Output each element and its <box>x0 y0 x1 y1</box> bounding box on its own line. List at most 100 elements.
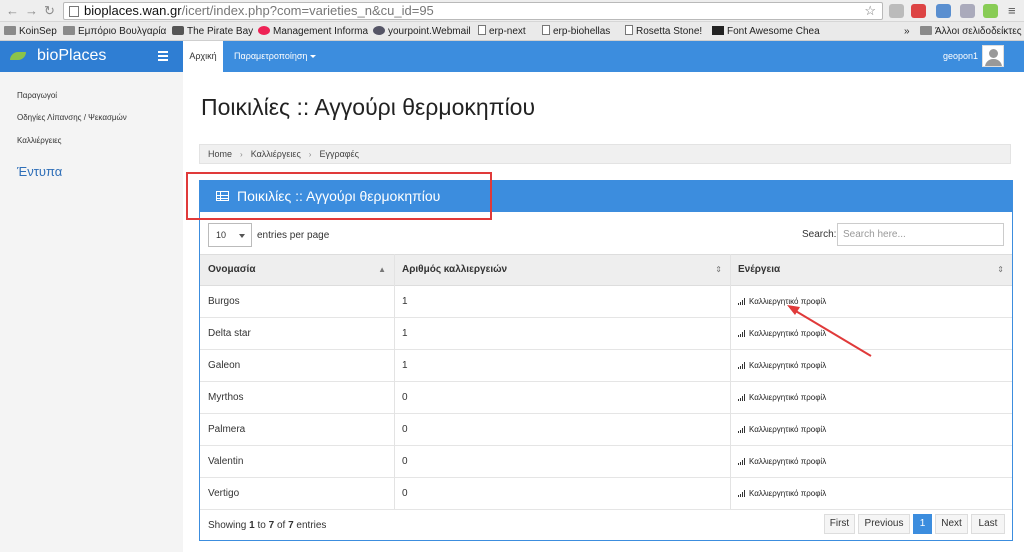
brand[interactable]: bioPlaces <box>0 41 183 72</box>
cell-action: Καλλιεργητικό προφίλ <box>730 446 1012 477</box>
extension-icon[interactable] <box>936 4 951 18</box>
entries-per-page-label: entries per page <box>257 230 330 241</box>
pagination-previous[interactable]: Previous <box>858 514 910 534</box>
flag-icon <box>712 26 724 35</box>
extension-icon[interactable] <box>983 4 998 18</box>
pagination-page-1[interactable]: 1 <box>913 514 932 534</box>
file-icon <box>478 25 486 35</box>
cell-count: 0 <box>402 392 408 403</box>
url-host: bioplaces.wan.gr <box>84 3 182 18</box>
sidebar-item-guidelines[interactable]: Οδηγίες Λίπανσης / Ψεκασμών <box>17 113 127 122</box>
bookmark-item[interactable]: erp-next <box>478 25 526 39</box>
brand-name: bioPlaces <box>37 47 107 64</box>
address-bar[interactable]: bioplaces.wan.gr/icert/index.php?com=var… <box>63 2 883 20</box>
table-row: Valentin 0 Καλλιεργητικό προφίλ <box>200 446 1012 478</box>
file-icon <box>542 25 550 35</box>
breadcrumb: Home › Καλλιέργειες › Εγγραφές <box>199 144 1011 164</box>
cell-name: Palmera <box>208 424 246 435</box>
pagination-first[interactable]: First <box>824 514 855 534</box>
cell-name: Burgos <box>208 296 240 307</box>
dropbox-icon[interactable] <box>960 4 975 18</box>
bookmark-item[interactable]: The Pirate Bay <box>172 25 253 39</box>
folder-icon <box>920 26 932 35</box>
column-header-action[interactable]: Ενέργεια ⇕ <box>730 255 1012 285</box>
bookmark-item[interactable]: yourpoint.Webmail <box>373 25 471 39</box>
avatar[interactable] <box>982 45 1004 67</box>
signal-bars-icon <box>738 490 746 497</box>
gmail-icon[interactable] <box>911 4 926 18</box>
bookmark-item[interactable]: erp-biohellas <box>542 25 610 39</box>
bookmark-star-icon[interactable]: ☆ <box>864 3 876 19</box>
nav-home[interactable]: Αρχική <box>183 41 223 72</box>
cell-count: 1 <box>402 296 408 307</box>
column-header-name[interactable]: Ονομασία ▲ <box>200 255 394 285</box>
leaf-icon <box>10 52 26 60</box>
entries-per-page-select[interactable]: 10 <box>208 223 252 247</box>
cell-name: Delta star <box>208 328 251 339</box>
table-row: Delta star 1 Καλλιεργητικό προφίλ <box>200 318 1012 350</box>
signal-bars-icon <box>738 330 746 337</box>
chevron-right-icon: › <box>240 150 243 159</box>
sort-asc-icon: ▲ <box>378 265 386 274</box>
signal-bars-icon <box>738 394 746 401</box>
bookmark-item[interactable]: Εμπόριο Βουλγαρία <box>63 25 166 39</box>
crop-profile-link[interactable]: Καλλιεργητικό προφίλ <box>738 457 826 466</box>
breadcrumb-home[interactable]: Home <box>208 149 232 159</box>
table-row: Myrthos 0 Καλλιεργητικό προφίλ <box>200 382 1012 414</box>
cell-name: Vertigo <box>208 488 240 499</box>
cell-name: Galeon <box>208 360 241 371</box>
pagination-last[interactable]: Last <box>971 514 1005 534</box>
sidebar-heading-forms[interactable]: Έντυπα <box>17 164 62 179</box>
bookmark-item[interactable]: Management Informa <box>258 25 368 39</box>
bookmark-item[interactable]: Font Awesome Chea <box>712 25 820 39</box>
cell-count: 0 <box>402 456 408 467</box>
forward-arrow-icon[interactable]: → <box>25 3 38 19</box>
crop-profile-link[interactable]: Καλλιεργητικό προφίλ <box>738 425 826 434</box>
crop-profile-link[interactable]: Καλλιεργητικό προφίλ <box>738 489 826 498</box>
cell-action: Καλλιεργητικό προφίλ <box>730 318 1012 349</box>
chevron-right-icon: › <box>308 150 312 159</box>
ship-icon <box>172 26 184 35</box>
extension-icon[interactable] <box>889 4 904 18</box>
table-row: Vertigo 0 Καλλιεργητικό προφίλ <box>200 478 1012 510</box>
breadcrumb-crops[interactable]: Καλλιέργειες <box>251 149 301 159</box>
search-input[interactable] <box>837 223 1004 246</box>
sidebar-item-producers[interactable]: Παραγωγοί <box>17 91 57 100</box>
crop-profile-link[interactable]: Καλλιεργητικό προφίλ <box>738 329 826 338</box>
cell-count: 0 <box>402 424 408 435</box>
caret-down-icon <box>239 234 245 238</box>
reload-icon[interactable]: ↻ <box>44 3 55 19</box>
table-header: Ονομασία ▲ Αριθμός καλλιεργειών ⇕ Ενέργεια… <box>200 254 1012 286</box>
column-divider <box>730 254 731 509</box>
cell-count: 1 <box>402 328 408 339</box>
bookmarks-overflow[interactable]: » <box>904 25 910 39</box>
back-arrow-icon[interactable]: ← <box>6 3 19 19</box>
hamburger-icon[interactable] <box>158 51 168 61</box>
webmail-icon <box>373 26 385 35</box>
cell-count: 1 <box>402 360 408 371</box>
crop-profile-link[interactable]: Καλλιεργητικό προφίλ <box>738 361 826 370</box>
nav-settings[interactable]: Παραμετροποίηση <box>234 41 317 72</box>
table-row: Galeon 1 Καλλιεργητικό προφίλ <box>200 350 1012 382</box>
bookmark-item[interactable]: KoinSep <box>4 25 57 39</box>
pagination-next[interactable]: Next <box>935 514 968 534</box>
cell-action: Καλλιεργητικό προφίλ <box>730 414 1012 445</box>
crop-profile-link[interactable]: Καλλιεργητικό προφίλ <box>738 393 826 402</box>
sidebar: Παραγωγοί Οδηγίες Λίπανσης / Ψεκασμών Κα… <box>0 72 183 552</box>
bookmarks-bar: KoinSep Εμπόριο Βουλγαρία The Pirate Bay… <box>0 22 1024 41</box>
cell-action: Καλλιεργητικό προφίλ <box>730 286 1012 317</box>
caret-down-icon <box>310 55 317 58</box>
table-row: Burgos 1 Καλλιεργητικό προφίλ <box>200 286 1012 318</box>
crop-profile-link[interactable]: Καλλιεργητικό προφίλ <box>738 297 826 306</box>
column-header-count[interactable]: Αριθμός καλλιεργειών ⇕ <box>394 255 730 285</box>
apple-icon <box>258 26 270 35</box>
user-name[interactable]: geopon1 <box>943 41 978 72</box>
column-divider <box>394 254 395 509</box>
page-title: Ποικιλίες :: Αγγούρι θερμοκηπίου <box>201 94 536 120</box>
signal-bars-icon <box>738 362 746 369</box>
other-bookmarks[interactable]: Άλλοι σελιδοδείκτες <box>920 25 1022 39</box>
signal-bars-icon <box>738 298 746 305</box>
sidebar-item-crops[interactable]: Καλλιέργειες <box>17 136 62 145</box>
menu-icon[interactable]: ≡ <box>1008 3 1016 19</box>
bookmark-item[interactable]: Rosetta Stone! <box>625 25 702 39</box>
